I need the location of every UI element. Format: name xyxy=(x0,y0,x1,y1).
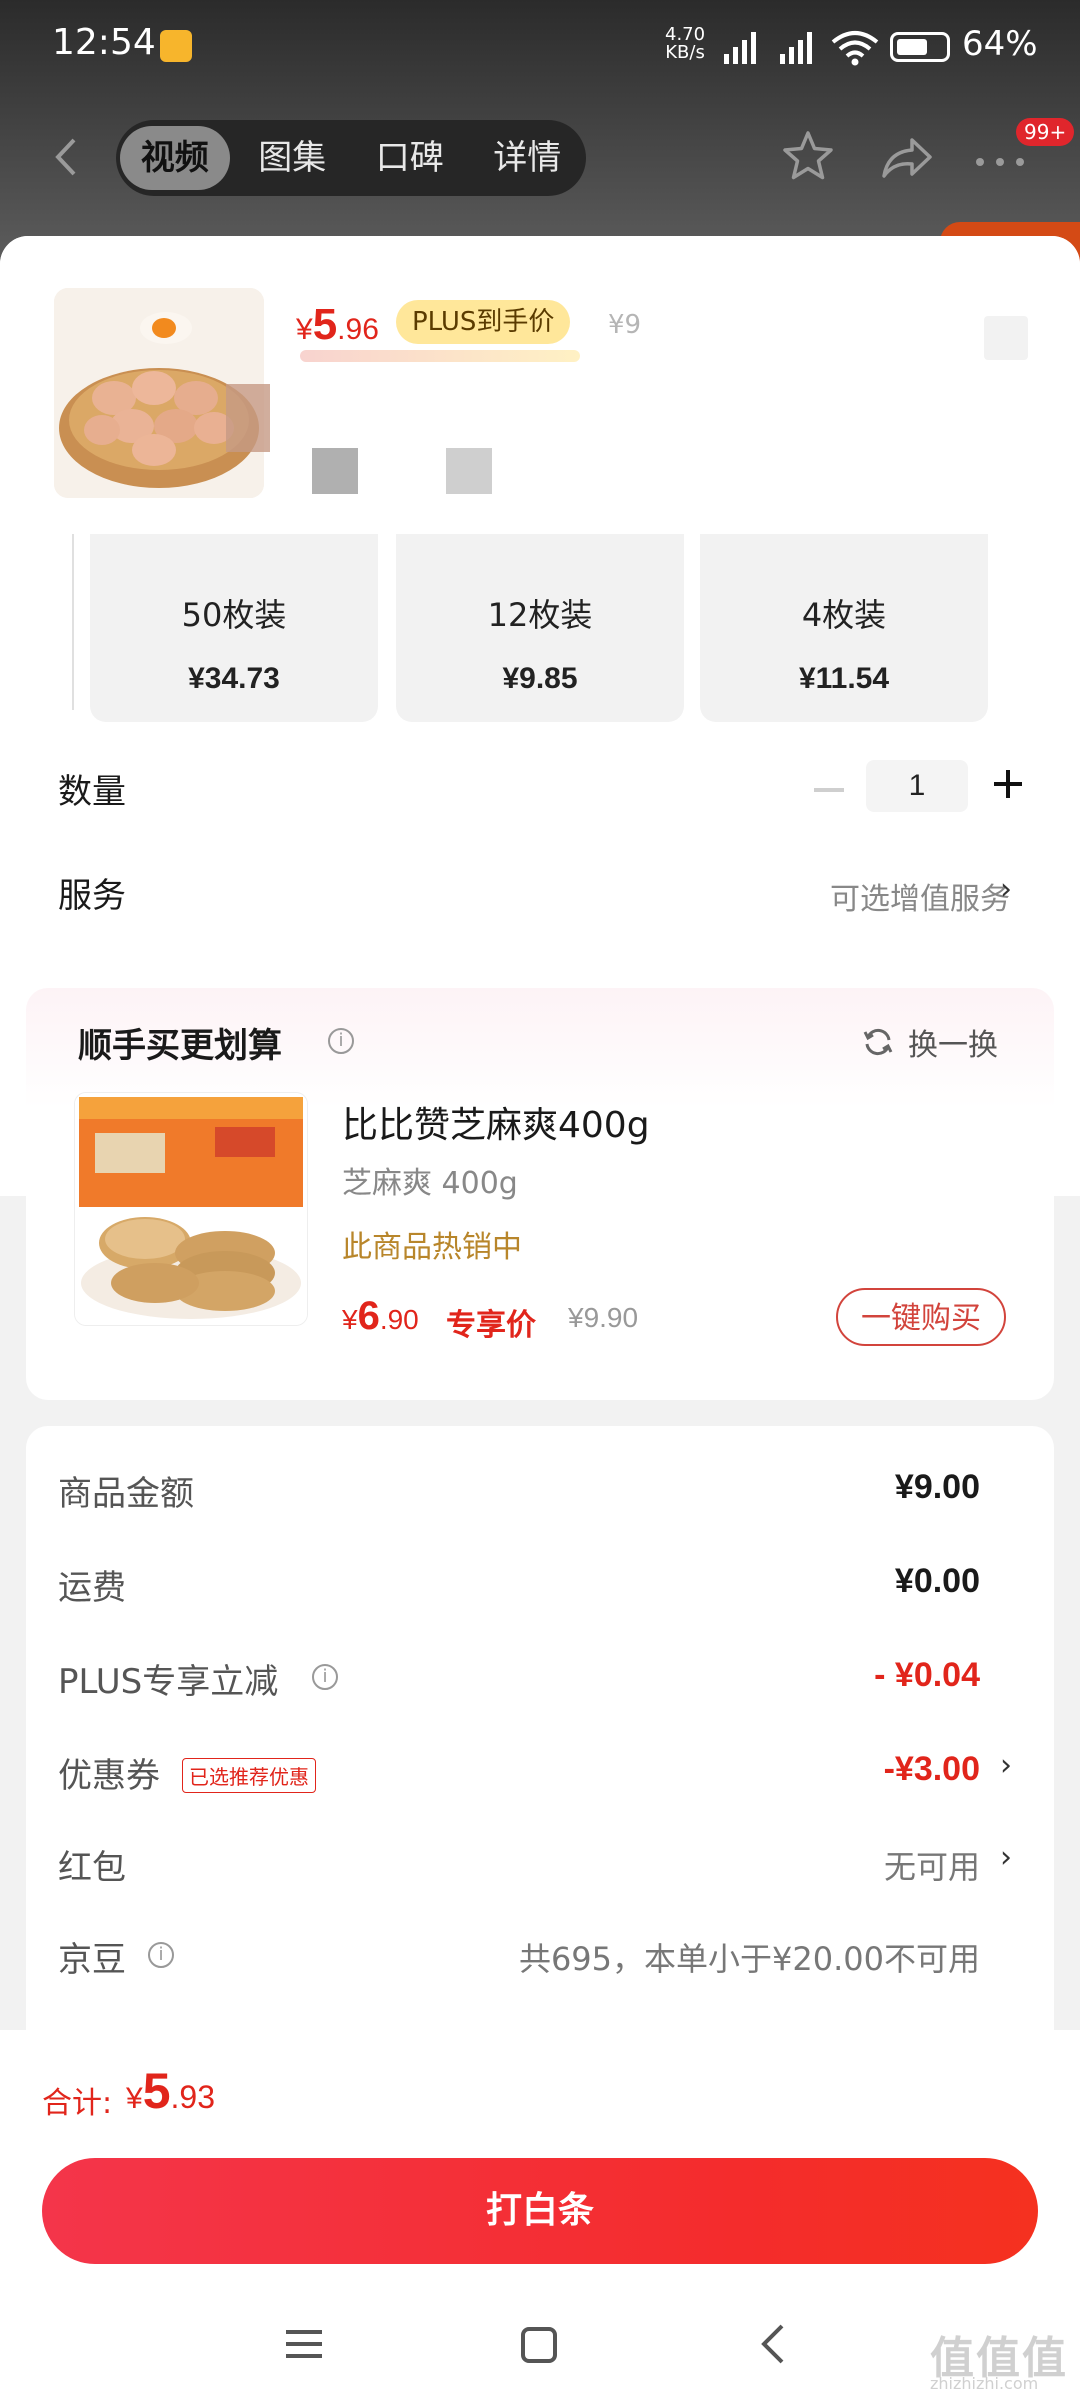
favorite-star-icon[interactable] xyxy=(780,128,836,184)
status-bar: 12:54 4.70 KB/s 64% xyxy=(0,0,1080,100)
chevron-right-icon: › xyxy=(1000,872,1012,907)
tab-details[interactable]: 详情 xyxy=(473,126,583,190)
notification-icon xyxy=(160,30,192,62)
recommend-product-image[interactable] xyxy=(74,1092,308,1326)
summary-row-jingdou: 京豆 i 共695，本单小于¥20.00不可用 xyxy=(26,1932,1054,1992)
info-icon[interactable]: i xyxy=(312,1664,338,1690)
network-speed: 4.70 KB/s xyxy=(665,26,705,62)
chevron-right-icon: › xyxy=(1000,1840,1012,1875)
quantity-decrease-button[interactable] xyxy=(814,788,844,792)
battery-icon xyxy=(890,32,950,62)
recommend-product-name[interactable]: 比比赞芝麻爽400g xyxy=(342,1096,650,1148)
variant-price: ¥11.54 xyxy=(798,662,890,695)
variant-option[interactable]: 50枚装 ¥34.73 xyxy=(90,534,378,722)
total-price: ¥5.93 xyxy=(126,2063,215,2119)
quantity-label: 数量 xyxy=(58,772,126,812)
message-count-badge: 99+ xyxy=(1016,118,1075,146)
signal-icon xyxy=(724,32,756,64)
pay-button[interactable]: 打白条 xyxy=(42,2158,1038,2264)
variant-option[interactable]: 4枚装 ¥11.54 xyxy=(700,534,988,722)
summary-row-shipping: 运费 ¥0.00 xyxy=(26,1560,1054,1620)
total-label: 合计: xyxy=(42,2086,113,2121)
status-time: 12:54 xyxy=(52,22,156,63)
product-price: ¥5.96 xyxy=(296,300,379,349)
summary-label: 运费 xyxy=(58,1568,126,1608)
system-back-icon[interactable] xyxy=(758,2322,788,2366)
redacted-block xyxy=(312,448,358,494)
mosaic-blur xyxy=(226,384,270,452)
tab-video[interactable]: 视频 xyxy=(120,126,230,190)
variant-price: ¥9.85 xyxy=(502,662,578,695)
variant-option[interactable]: 12枚装 ¥9.85 xyxy=(396,534,684,722)
sesame-cookie-image xyxy=(75,1093,307,1325)
summary-value: 无可用 xyxy=(883,1848,980,1886)
refresh-button[interactable]: 换一换 xyxy=(908,1020,998,1064)
summary-row-redpacket[interactable]: 红包 无可用 › xyxy=(26,1840,1054,1900)
summary-value: 共695，本单小于¥20.00不可用 xyxy=(518,1940,980,1978)
variant-price: ¥34.73 xyxy=(188,662,280,695)
summary-label: 京豆 xyxy=(58,1940,126,1980)
variant-name: 12枚装 xyxy=(487,596,593,634)
wifi-icon xyxy=(831,31,879,66)
recommend-original-price: ¥9.90 xyxy=(568,1302,639,1333)
exclusive-price-label: 专享价 xyxy=(446,1308,536,1343)
net-speed-unit: KB/s xyxy=(665,42,705,63)
summary-label: 红包 xyxy=(58,1848,126,1888)
summary-row-plus-discount: PLUS专享立减 i - ¥0.04 xyxy=(26,1654,1054,1714)
scroll-divider xyxy=(72,534,74,710)
recommend-product-spec: 芝麻爽 400g xyxy=(342,1166,518,1201)
media-tabs: 视频 图集 口碑 详情 xyxy=(116,120,586,196)
one-click-buy-button[interactable]: 一键购买 xyxy=(836,1288,1006,1346)
close-icon[interactable] xyxy=(984,316,1028,360)
variant-name: 4枚装 xyxy=(801,596,887,634)
back-icon[interactable] xyxy=(42,132,92,182)
battery-percent: 64% xyxy=(962,24,1038,64)
checkout-bar: 合计: ¥5.93 打白条 值值值 zhizhizhi.com xyxy=(0,2030,1080,2400)
coupon-recommend-tag: 已选推荐优惠 xyxy=(182,1758,316,1793)
recommend-price: ¥6.90 xyxy=(342,1294,419,1338)
top-navigation: 视频 图集 口碑 详情 xyxy=(0,112,1080,202)
summary-row-coupon[interactable]: 优惠券 已选推荐优惠 -¥3.00 › xyxy=(26,1748,1054,1808)
summary-value: - ¥0.04 xyxy=(874,1656,980,1694)
refresh-icon[interactable] xyxy=(862,1026,894,1058)
tab-reviews[interactable]: 口碑 xyxy=(355,126,465,190)
quantity-increase-button[interactable] xyxy=(988,764,1028,804)
info-icon[interactable]: i xyxy=(328,1028,354,1054)
chevron-right-icon: › xyxy=(1000,1748,1012,1783)
summary-value: ¥0.00 xyxy=(894,1562,980,1600)
watermark-url: zhizhizhi.com xyxy=(930,2374,1039,2393)
plus-ribbon-decoration xyxy=(300,350,580,362)
service-label: 服务 xyxy=(58,876,126,916)
original-price: ¥9 xyxy=(608,310,642,340)
share-icon[interactable] xyxy=(878,130,934,186)
summary-label: 优惠券 xyxy=(58,1756,160,1796)
summary-row-goods: 商品金额 ¥9.00 xyxy=(26,1466,1054,1526)
tab-gallery[interactable]: 图集 xyxy=(238,126,348,190)
signal-icon xyxy=(780,32,812,64)
quantity-input[interactable]: 1 xyxy=(866,760,968,812)
home-icon[interactable] xyxy=(520,2326,558,2364)
summary-label: PLUS专享立减 xyxy=(58,1662,279,1702)
system-navigation-bar: 值值值 zhizhizhi.com xyxy=(0,2302,1080,2398)
recommend-card: 顺手买更划算 i 换一换 比比赞芝麻爽400g 芝麻爽 400g 此商品热销中 … xyxy=(26,988,1054,1400)
recent-apps-icon[interactable] xyxy=(284,2326,324,2362)
service-value[interactable]: 可选增值服务 xyxy=(830,874,1010,918)
summary-label: 商品金额 xyxy=(58,1474,194,1514)
recommend-hot-label: 此商品热销中 xyxy=(342,1230,522,1265)
summary-value: -¥3.00 xyxy=(883,1750,980,1788)
plus-price-tag: PLUS到手价 xyxy=(396,300,571,344)
recommend-title: 顺手买更划算 xyxy=(78,1026,282,1066)
variant-name: 50枚装 xyxy=(181,596,287,634)
redacted-block xyxy=(446,448,492,494)
info-icon[interactable]: i xyxy=(148,1942,174,1968)
summary-value: ¥9.00 xyxy=(894,1468,980,1506)
variant-list: 50枚装 ¥34.73 12枚装 ¥9.85 4枚装 ¥11.54 xyxy=(0,534,1080,734)
